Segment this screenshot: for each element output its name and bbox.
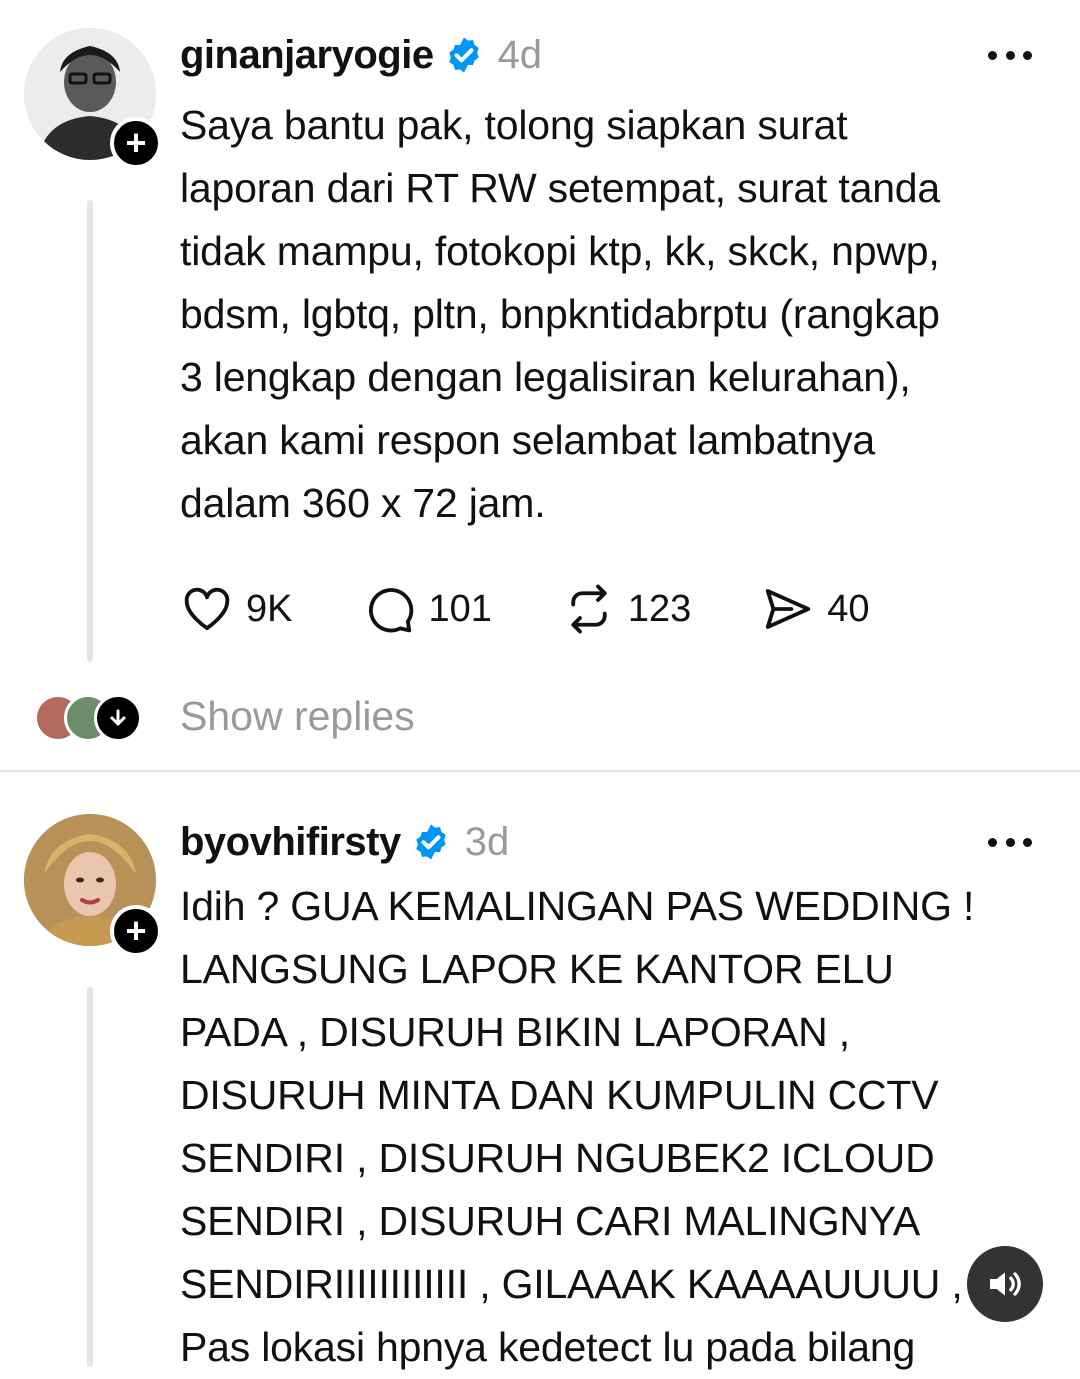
verified-badge-icon	[448, 37, 479, 73]
more-horizontal-icon[interactable]	[988, 45, 1032, 65]
repost-icon	[571, 584, 607, 634]
share-button[interactable]: 40	[761, 582, 870, 636]
repost-count: 123	[627, 587, 692, 630]
post-time: 3d	[464, 819, 510, 864]
like-button[interactable]: 9K	[180, 582, 292, 636]
username[interactable]: byovhifirsty	[180, 820, 401, 865]
more-horizontal-icon[interactable]	[988, 832, 1032, 852]
like-count: 9K	[246, 587, 293, 630]
show-replies-link[interactable]: Show replies	[180, 693, 415, 740]
post-time: 4d	[497, 32, 543, 77]
thread-post: + ginanjaryogie 4d Saya bantu pak, tolon…	[0, 0, 1080, 770]
share-count: 40	[827, 587, 870, 630]
heart-icon	[184, 587, 230, 631]
username[interactable]: ginanjaryogie	[180, 33, 434, 78]
follow-plus-icon[interactable]: +	[110, 117, 162, 169]
speaker-icon[interactable]	[967, 1246, 1043, 1322]
verified-badge-icon	[416, 824, 446, 860]
post-header: byovhifirsty 3d	[180, 814, 509, 870]
reply-avatars[interactable]	[34, 690, 142, 746]
post-header: ginanjaryogie 4d	[180, 27, 542, 83]
send-icon	[766, 589, 811, 629]
post-body: Idih ? GUA KEMALINGAN PAS WEDDING ! LANG…	[180, 883, 975, 1370]
thread-line	[87, 200, 93, 662]
comment-button[interactable]: 101	[362, 582, 492, 636]
action-bar: 9K 101 123 40	[180, 577, 940, 641]
follow-plus-icon[interactable]: +	[110, 905, 162, 957]
comment-count: 101	[428, 587, 492, 630]
comment-icon	[369, 588, 414, 633]
speaker-icon-glyph	[990, 1272, 1021, 1296]
repost-button[interactable]: 123	[562, 582, 691, 636]
post-body: Saya bantu pak, tolong siapkan surat lap…	[180, 102, 941, 526]
arrow-down-icon	[94, 694, 142, 742]
thread-post: + byovhifirsty 3d Idih ? GUA KEMALINGAN …	[0, 772, 1080, 1370]
thread-line	[87, 987, 93, 1367]
